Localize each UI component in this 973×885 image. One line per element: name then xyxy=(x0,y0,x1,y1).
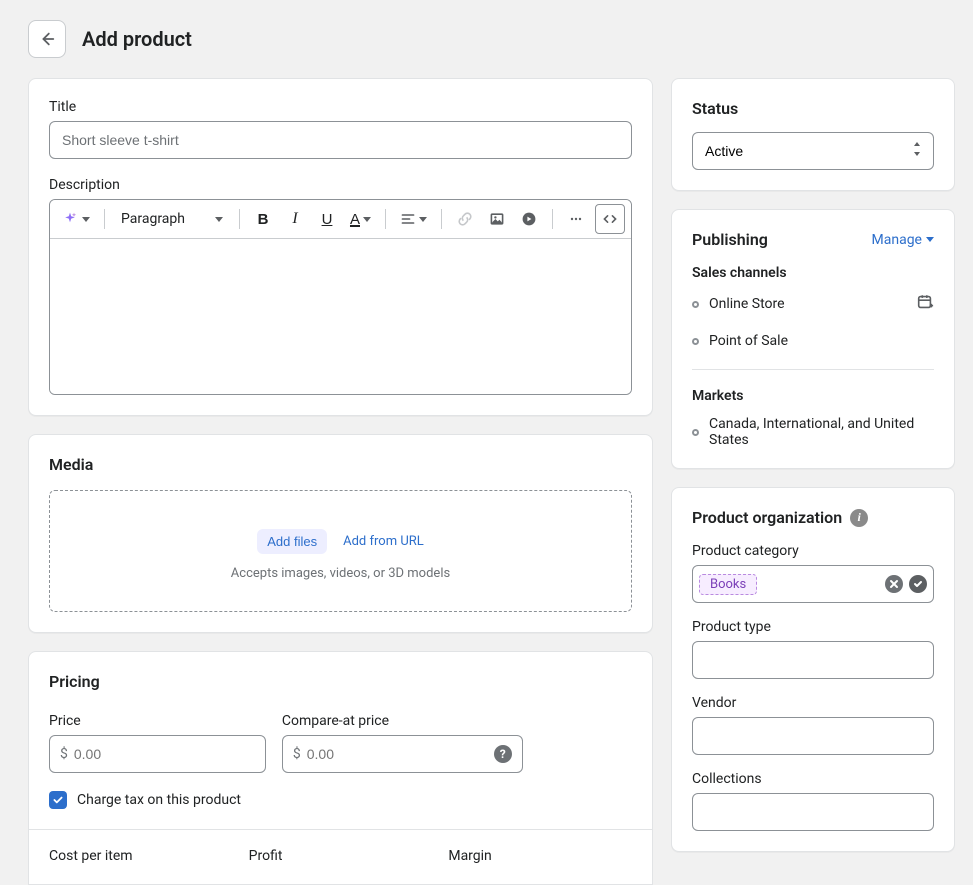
tax-checkbox[interactable] xyxy=(49,791,67,809)
italic-button[interactable]: I xyxy=(280,204,310,234)
price-currency-prefix: $ xyxy=(60,746,68,762)
vendor-input[interactable] xyxy=(692,717,934,755)
paragraph-format-select[interactable]: Paragraph xyxy=(113,204,231,234)
status-heading: Status xyxy=(692,99,934,118)
check-icon xyxy=(52,794,64,806)
product-category-label: Product category xyxy=(692,543,934,559)
pricing-heading: Pricing xyxy=(49,672,632,691)
media-heading: Media xyxy=(49,455,632,474)
bold-button[interactable]: B xyxy=(248,204,278,234)
markets-heading: Markets xyxy=(692,388,934,404)
compare-at-label: Compare-at price xyxy=(282,713,523,729)
align-button[interactable] xyxy=(394,204,433,234)
media-hint: Accepts images, videos, or 3D models xyxy=(66,566,615,581)
description-editor: Paragraph B I U A xyxy=(49,199,632,395)
cost-per-item-label: Cost per item xyxy=(49,848,233,864)
product-type-label: Product type xyxy=(692,619,934,635)
ai-sparkle-button[interactable] xyxy=(56,204,96,234)
product-type-input[interactable] xyxy=(692,641,934,679)
bullet-icon xyxy=(692,429,699,436)
check-icon xyxy=(913,579,923,589)
image-icon xyxy=(489,211,505,227)
title-input[interactable] xyxy=(49,121,632,159)
status-card: Status xyxy=(671,78,955,191)
video-button[interactable] xyxy=(514,204,544,234)
margin-label: Margin xyxy=(448,848,632,864)
price-input-wrapper: $ xyxy=(49,735,266,773)
market-item: Canada, International, and United States xyxy=(692,416,934,448)
channel-name: Point of Sale xyxy=(709,333,788,349)
link-button[interactable] xyxy=(450,204,480,234)
arrow-left-icon xyxy=(38,30,56,48)
compare-at-input-wrapper: $ ? xyxy=(282,735,523,773)
divider xyxy=(29,829,652,830)
product-organization-card: Product organization i Product category … xyxy=(671,487,955,852)
sparkle-icon xyxy=(62,211,78,227)
collections-input[interactable] xyxy=(692,793,934,831)
paragraph-label: Paragraph xyxy=(121,211,185,227)
channel-item: Online Store xyxy=(692,293,934,315)
price-input[interactable] xyxy=(74,746,255,762)
link-icon xyxy=(457,211,473,227)
product-organization-heading: Product organization xyxy=(692,508,842,527)
compare-at-input[interactable] xyxy=(307,746,488,762)
image-button[interactable] xyxy=(482,204,512,234)
align-icon xyxy=(400,211,416,227)
publishing-card: Publishing Manage Sales channels Online … xyxy=(671,209,955,469)
title-label: Title xyxy=(49,99,632,115)
profit-label: Profit xyxy=(249,848,433,864)
status-select[interactable] xyxy=(692,132,934,170)
channel-name: Online Store xyxy=(709,296,785,312)
vendor-label: Vendor xyxy=(692,695,934,711)
compare-currency-prefix: $ xyxy=(293,746,301,762)
page-title: Add product xyxy=(82,27,192,51)
product-category-input[interactable]: Books xyxy=(692,565,934,603)
schedule-icon[interactable] xyxy=(916,293,934,315)
title-description-card: Title Description Paragraph B I xyxy=(28,78,653,416)
tax-checkbox-label: Charge tax on this product xyxy=(77,792,241,808)
manage-publishing-button[interactable]: Manage xyxy=(872,232,934,248)
collections-label: Collections xyxy=(692,771,934,787)
media-dropzone[interactable]: Add files Add from URL Accepts images, v… xyxy=(49,490,632,612)
rte-toolbar: Paragraph B I U A xyxy=(50,200,631,239)
market-value: Canada, International, and United States xyxy=(709,416,934,448)
bullet-icon xyxy=(692,338,699,345)
color-button[interactable]: A xyxy=(344,204,377,234)
divider xyxy=(692,369,934,370)
ellipsis-icon xyxy=(568,211,584,227)
code-view-button[interactable] xyxy=(595,204,625,234)
media-card: Media Add files Add from URL Accepts ima… xyxy=(28,434,653,633)
description-label: Description xyxy=(49,177,632,193)
bullet-icon xyxy=(692,301,699,308)
category-tag[interactable]: Books xyxy=(699,574,757,595)
pricing-card: Pricing Price $ Compare-at price $ ? xyxy=(28,651,653,885)
info-icon[interactable]: i xyxy=(850,509,868,527)
help-icon[interactable]: ? xyxy=(494,745,512,763)
clear-category-button[interactable] xyxy=(885,575,903,593)
add-files-button[interactable]: Add files xyxy=(257,529,327,554)
underline-button[interactable]: U xyxy=(312,204,342,234)
play-circle-icon xyxy=(521,211,537,227)
confirm-category-button[interactable] xyxy=(909,575,927,593)
price-label: Price xyxy=(49,713,266,729)
publishing-heading: Publishing xyxy=(692,230,768,249)
x-icon xyxy=(889,579,899,589)
sales-channels-heading: Sales channels xyxy=(692,265,934,281)
add-from-url-link[interactable]: Add from URL xyxy=(343,534,424,549)
more-button[interactable] xyxy=(561,204,591,234)
back-button[interactable] xyxy=(28,20,66,58)
channel-item: Point of Sale xyxy=(692,333,934,349)
code-icon xyxy=(602,211,618,227)
description-textarea[interactable] xyxy=(50,239,631,394)
